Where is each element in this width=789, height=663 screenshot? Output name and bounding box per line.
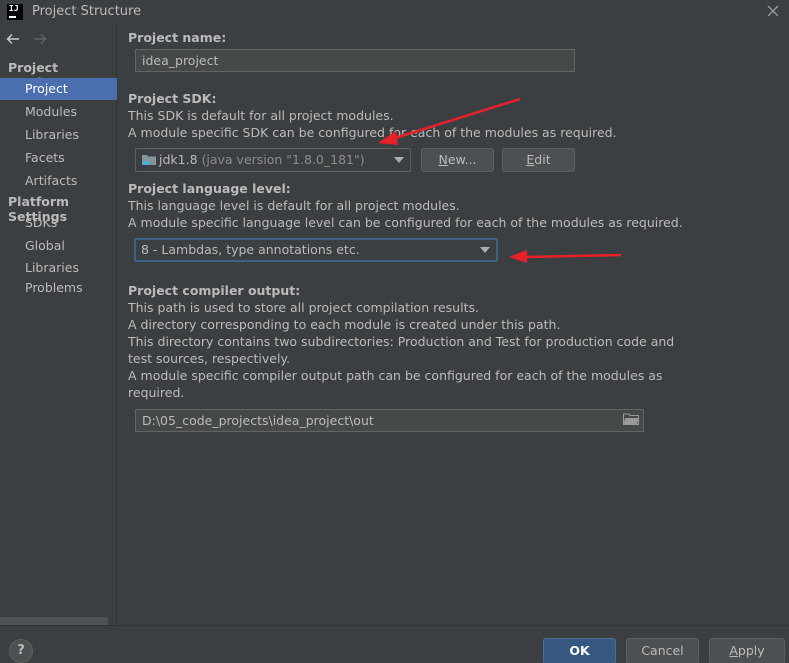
project-sdk-description-1: This SDK is default for all project modu… — [128, 108, 394, 123]
annotation-arrow-sdk-icon — [378, 97, 521, 145]
sidebar-item-artifacts[interactable]: Artifacts — [0, 170, 117, 192]
folder-browse-icon[interactable] — [623, 413, 639, 425]
chevron-down-icon — [394, 157, 404, 163]
language-level-description-2: A module specific language level can be … — [128, 215, 683, 230]
sidebar-item-global-libraries[interactable]: Global Libraries — [0, 235, 117, 275]
language-level-value: 8 - Lambdas, type annotations etc. — [141, 242, 360, 257]
project-sdk-label: Project SDK: — [128, 91, 217, 106]
back-arrow-icon[interactable] — [6, 32, 20, 46]
title-bar: IJ Project Structure — [0, 0, 789, 24]
compiler-output-field — [135, 409, 644, 432]
compiler-output-description-1: This path is used to store all project c… — [128, 300, 479, 315]
dialog-footer: ? OK Cancel Apply — [0, 625, 789, 663]
language-level-description-1: This language level is default for all p… — [128, 198, 460, 213]
sidebar-item-problems[interactable]: Problems — [0, 277, 117, 299]
cancel-button[interactable]: Cancel — [626, 638, 699, 663]
sdk-version: (java version "1.8.0_181") — [201, 152, 365, 167]
project-name-label: Project name: — [128, 30, 227, 45]
help-button[interactable]: ? — [9, 639, 33, 663]
sidebar-item-libraries[interactable]: Libraries — [0, 124, 117, 146]
sidebar-item-project[interactable]: Project — [0, 78, 117, 100]
annotation-arrow-language-level-icon — [509, 250, 622, 263]
compiler-output-path-input[interactable] — [135, 409, 644, 432]
forward-arrow-icon[interactable] — [33, 32, 47, 46]
jdk-folder-icon — [142, 155, 156, 165]
compiler-output-description-6: required. — [128, 385, 185, 400]
language-level-label: Project language level: — [128, 181, 291, 196]
chevron-down-icon — [480, 247, 490, 253]
intellij-app-icon: IJ — [7, 4, 23, 20]
compiler-output-description-5: A module specific compiler output path c… — [128, 368, 663, 383]
sidebar-item-facets[interactable]: Facets — [0, 147, 117, 169]
project-name-input[interactable] — [135, 49, 575, 72]
sidebar-horizontal-scrollbar[interactable] — [0, 617, 108, 625]
window-title: Project Structure — [32, 4, 142, 19]
compiler-output-description-2: A directory corresponding to each module… — [128, 317, 561, 332]
close-icon[interactable] — [765, 3, 781, 19]
apply-button[interactable]: Apply — [709, 638, 785, 663]
sidebar-item-modules[interactable]: Modules — [0, 101, 117, 123]
sidebar-item-sdks[interactable]: SDKs — [0, 212, 117, 234]
ok-button[interactable]: OK — [543, 638, 616, 663]
compiler-output-label: Project compiler output: — [128, 283, 301, 298]
compiler-output-description-3: This directory contains two subdirectori… — [128, 334, 675, 349]
sdk-name: jdk1.8 — [159, 152, 198, 167]
compiler-output-description-4: test sources, respectively. — [128, 351, 291, 366]
language-level-dropdown[interactable]: 8 - Lambdas, type annotations etc. — [134, 238, 498, 262]
sidebar: Project Settings Project Modules Librari… — [0, 24, 117, 625]
